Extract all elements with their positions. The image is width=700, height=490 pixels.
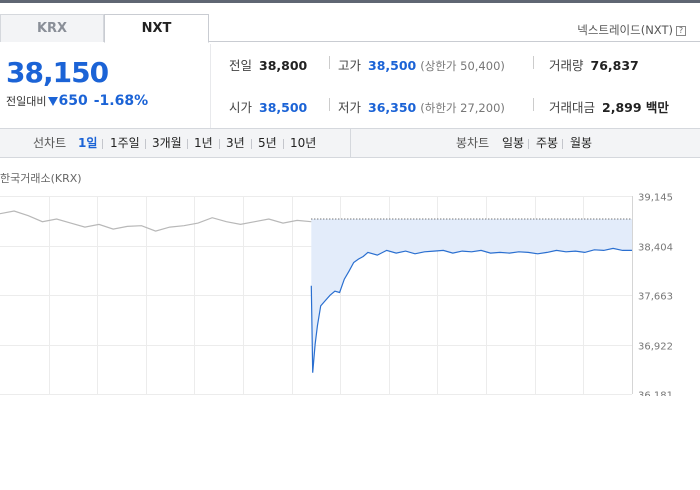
toolbar-group-divider [350, 129, 351, 158]
toolbar-separator [283, 139, 284, 149]
candle-daily-button[interactable]: 일봉 [502, 129, 524, 158]
stat-separator [329, 98, 330, 111]
upper-limit: (상한가 50,400) [420, 59, 505, 73]
toolbar-separator [187, 139, 188, 149]
toolbar-separator [251, 139, 252, 149]
y-tick-label: 36,922 [638, 342, 673, 353]
stat-separator [533, 56, 534, 69]
help-icon[interactable]: ? [676, 26, 686, 36]
change-percent: -1.68% [93, 93, 149, 109]
stat-label: 거래량 [549, 58, 584, 73]
stat-separator [329, 56, 330, 69]
toolbar-separator [219, 139, 220, 149]
toolbar-separator [528, 139, 529, 149]
down-arrow-icon [48, 97, 59, 106]
current-price: 38,150 [6, 56, 109, 89]
top-border [0, 0, 700, 3]
stat-prev-close: 전일 38,800 [229, 55, 307, 74]
line-chart-heading: 선차트 [33, 136, 67, 150]
intraday-price-chart: 39,145 38,404 37,663 36,922 36,181 [0, 193, 673, 397]
y-tick-label: 36,181 [638, 391, 673, 397]
stats-divider [210, 44, 211, 130]
stat-low: 저가 36,350 (하한가 27,200) [338, 97, 505, 116]
stat-label: 저가 [338, 100, 362, 115]
market-label: 넥스트레이드(NXT)? [577, 22, 686, 38]
period-1y-button[interactable]: 1년 [194, 129, 213, 158]
y-tick-label: 37,663 [638, 292, 673, 303]
toolbar-separator [102, 139, 103, 149]
stat-label: 고가 [338, 58, 362, 73]
stat-value: 38,500 [368, 58, 417, 73]
toolbar-separator [145, 139, 146, 149]
period-5y-button[interactable]: 5년 [258, 129, 277, 158]
tab-nxt[interactable]: NXT [104, 14, 209, 43]
chart-toolbar: 선차트 1일 1주일 3개월 1년 3년 5년 10년 봉차트 일봉 주봉 월봉 [0, 128, 700, 158]
stat-label: 시가 [229, 100, 253, 115]
stat-high: 고가 38,500 (상한가 50,400) [338, 55, 505, 74]
period-3m-button[interactable]: 3개월 [152, 129, 182, 158]
change-label: 전일대비 [6, 95, 47, 108]
stat-value: 36,350 [368, 100, 417, 115]
stat-value: 38,500 [259, 100, 308, 115]
stat-value: 2,899 백만 [602, 100, 669, 115]
y-tick-label: 39,145 [638, 193, 673, 204]
stat-label: 거래대금 [549, 100, 596, 115]
krx-series-line [0, 210, 312, 232]
stat-value: 38,800 [259, 58, 308, 73]
period-3y-button[interactable]: 3년 [226, 129, 245, 158]
price-change: 전일대비 650 -1.68% [6, 93, 148, 109]
period-1w-button[interactable]: 1주일 [110, 129, 140, 158]
change-amount: 650 [58, 93, 88, 109]
market-label-text: 넥스트레이드(NXT) [577, 23, 673, 37]
candle-weekly-button[interactable]: 주봉 [536, 129, 558, 158]
stat-value: 76,837 [590, 58, 639, 73]
stat-separator [533, 98, 534, 111]
period-10y-button[interactable]: 10년 [290, 129, 316, 158]
stat-open: 시가 38,500 [229, 97, 307, 116]
tab-krx[interactable]: KRX [0, 14, 104, 42]
stat-label: 전일 [229, 58, 253, 73]
stat-volume: 거래량 76,837 [549, 55, 639, 74]
toolbar-separator [562, 139, 563, 149]
candle-monthly-button[interactable]: 월봉 [570, 129, 592, 158]
candle-chart-heading: 봉차트 [456, 136, 490, 150]
lower-limit: (하한가 27,200) [420, 101, 505, 115]
period-1d-button[interactable]: 1일 [78, 129, 97, 158]
stat-trade-value: 거래대금 2,899 백만 [549, 97, 669, 116]
y-tick-label: 38,404 [638, 243, 673, 254]
